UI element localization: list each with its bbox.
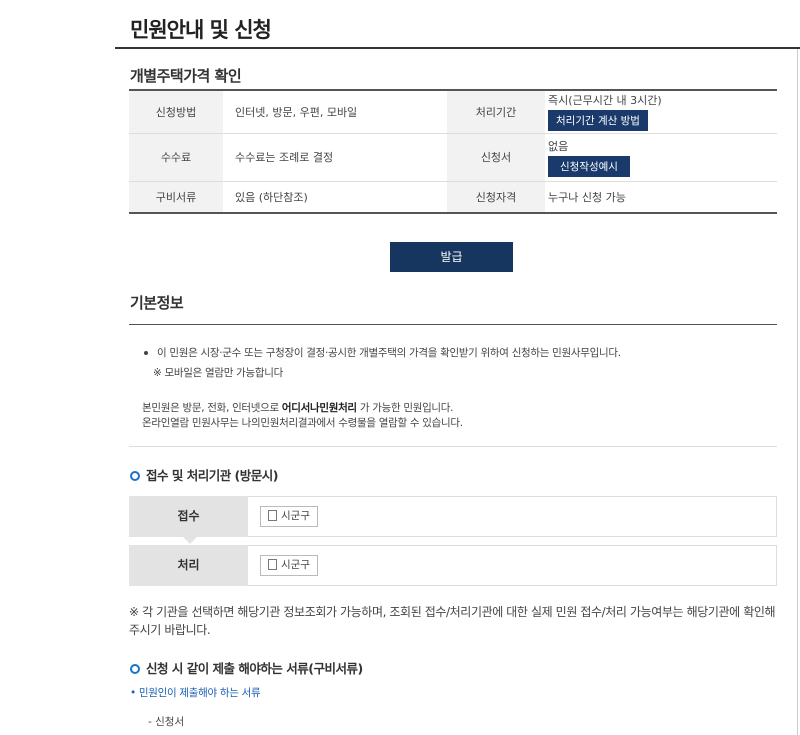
- doc-item-application: - 신청서: [148, 716, 185, 728]
- process-office-button[interactable]: 시군구: [260, 555, 318, 576]
- basic-info-title: 기본정보: [130, 294, 184, 312]
- building-icon: [268, 509, 277, 521]
- docs-title: 신청 시 같이 제출 해야하는 서류(구비서류): [130, 658, 363, 677]
- receive-office-button[interactable]: 시군구: [260, 506, 318, 527]
- qual-value: 누구나 신청 가능: [548, 190, 626, 204]
- method-label: 신청방법: [129, 90, 223, 134]
- period-value: 즉시(근무시간 내 3시간): [548, 94, 662, 108]
- agency-note: ※ 각 기관을 선택하면 해당기관 정보조회가 가능하며, 조회된 접수/처리기…: [129, 605, 776, 637]
- title-divider: [115, 47, 800, 49]
- anywhere-service-text: 어디서나민원처리: [281, 402, 357, 414]
- receive-label: 접수: [129, 496, 248, 537]
- process-label: 처리: [129, 545, 248, 586]
- fee-label: 수수료: [129, 133, 223, 182]
- qual-label: 신청자격: [447, 181, 545, 213]
- section-title: 개별주택가격 확인: [130, 67, 242, 85]
- form-value: 없음: [548, 139, 569, 153]
- basic-line-2: ※ 모바일은 열람만 가능합니다: [153, 367, 283, 379]
- circle-bullet-icon: [130, 470, 140, 481]
- section-divider: [129, 446, 777, 447]
- basic-info-divider: [129, 324, 777, 325]
- process-row: 처리 시군구: [129, 545, 777, 586]
- basic-line-3: 본민원은 방문, 전화, 인터넷으로 어디서나민원처리 가 가능한 민원입니다.: [142, 402, 454, 414]
- building-icon: [268, 558, 277, 570]
- circle-bullet-icon: [130, 663, 140, 674]
- content-border: [797, 49, 798, 735]
- period-calc-button[interactable]: 처리기간 계산 방법: [548, 110, 648, 132]
- form-label: 신청서: [447, 133, 545, 182]
- fee-value: 수수료는 조례로 결정: [223, 133, 447, 182]
- method-value: 인터넷, 방문, 우편, 모바일: [223, 90, 447, 134]
- docs-label: 구비서류: [129, 181, 223, 213]
- receive-row: 접수 시군구: [129, 496, 777, 544]
- info-table: 신청방법 인터넷, 방문, 우편, 모바일 처리기간 즉시(근무시간 내 3시간…: [129, 89, 777, 214]
- issue-button[interactable]: 발급: [390, 242, 513, 272]
- page-title: 민원안내 및 신청: [130, 18, 272, 42]
- docs-value: 있음 (하단참조): [235, 190, 308, 204]
- period-label: 처리기간: [447, 90, 545, 134]
- form-example-button[interactable]: 신청작성예시: [548, 155, 630, 177]
- agency-title: 접수 및 처리기관 (방문시): [130, 465, 278, 484]
- basic-line-1: 이 민원은 시장·군수 또는 구청장이 결정·공시한 개별주택의 가격을 확인받…: [157, 347, 621, 359]
- bullet-dot: [144, 351, 148, 355]
- receive-arrow: [183, 537, 197, 544]
- basic-line-4: 온라인열람 민원사무는 나의민원처리결과에서 수령물을 열람할 수 있습니다.: [142, 417, 463, 429]
- applicant-docs-link[interactable]: • 민원인이 제출해야 하는 서류: [130, 685, 261, 700]
